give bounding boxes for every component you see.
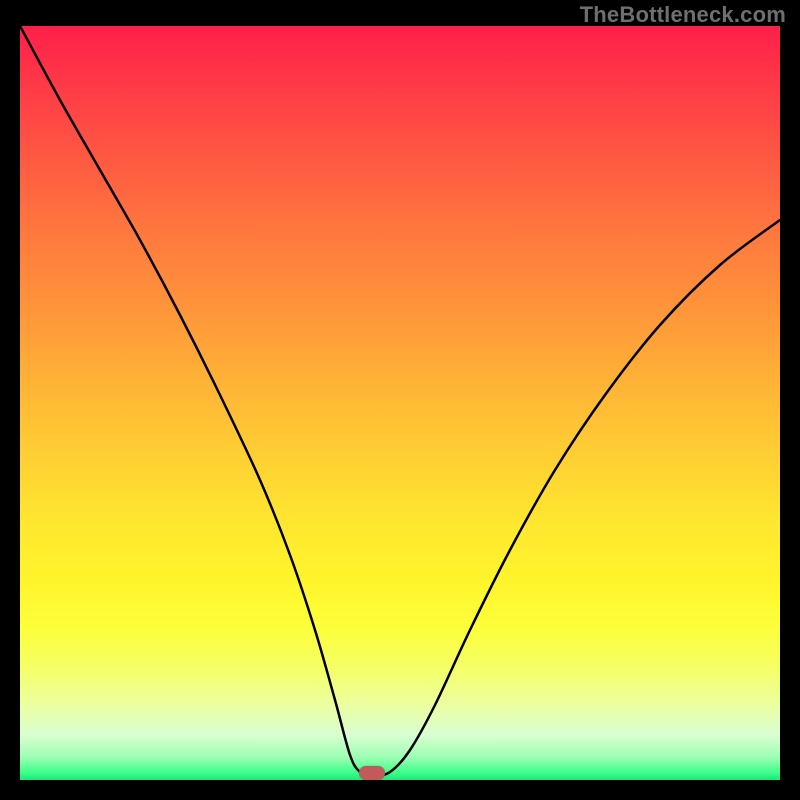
plot-area (20, 26, 780, 780)
watermark-text: TheBottleneck.com (580, 2, 786, 28)
chart-frame: TheBottleneck.com (0, 0, 800, 800)
bottleneck-curve (20, 26, 780, 780)
minimum-marker (359, 766, 385, 780)
